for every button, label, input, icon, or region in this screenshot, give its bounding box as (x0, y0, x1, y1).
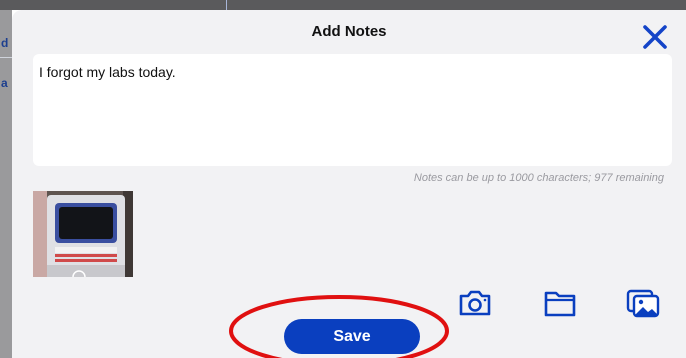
background-sidebar (0, 10, 12, 358)
notes-textarea[interactable] (33, 54, 672, 166)
close-button[interactable] (640, 22, 670, 52)
modal-title: Add Notes (311, 23, 387, 40)
photo-gallery-icon (626, 289, 660, 318)
background-text-fragment: d (1, 36, 9, 50)
attachment-photo (33, 191, 133, 277)
background-divider (226, 0, 227, 10)
folder-icon (544, 291, 576, 317)
background-header (0, 0, 686, 10)
save-button[interactable]: Save (284, 319, 420, 354)
photo-gallery-button[interactable] (625, 286, 661, 320)
camera-icon (459, 290, 491, 316)
screen: d a Add Notes Notes can be up to 1000 ch… (0, 0, 686, 358)
folder-button[interactable] (542, 286, 578, 320)
background-text-fragment: a (1, 76, 8, 90)
camera-button[interactable] (457, 286, 493, 320)
background-separator (0, 57, 12, 58)
close-icon (643, 25, 667, 49)
character-count-hint: Notes can be up to 1000 characters; 977 … (413, 172, 664, 184)
add-notes-modal: Add Notes Notes can be up to 1000 charac… (12, 10, 686, 358)
attachment-thumbnail[interactable] (33, 191, 133, 277)
